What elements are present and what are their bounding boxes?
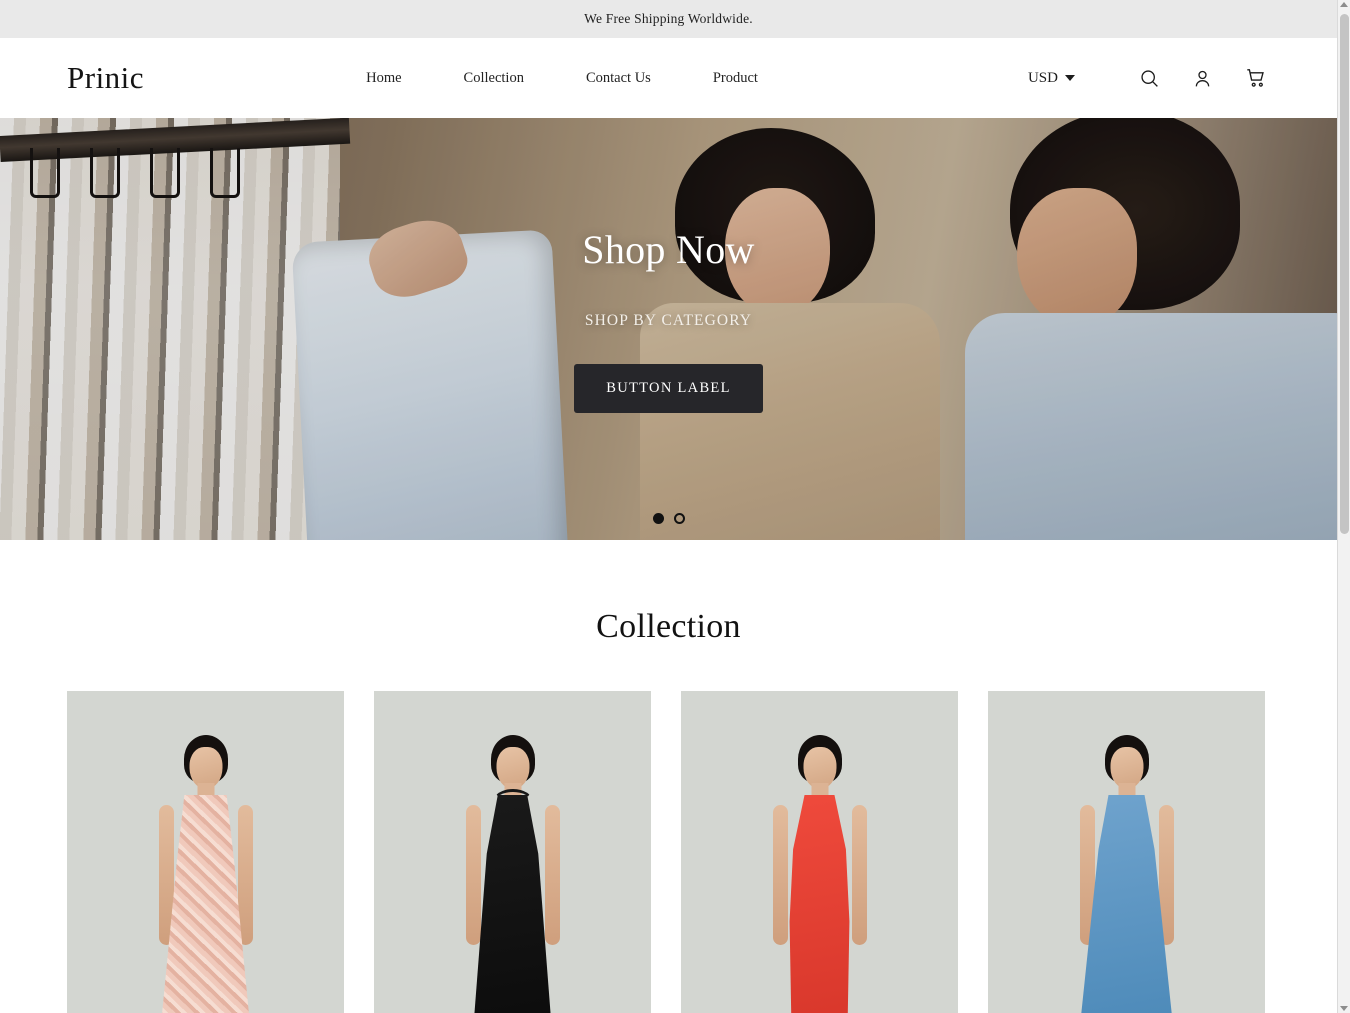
header-actions: USD bbox=[980, 64, 1270, 92]
product-image-3 bbox=[681, 691, 958, 1013]
product-card-3[interactable] bbox=[681, 691, 958, 1013]
hero-title: Shop Now bbox=[582, 230, 754, 270]
page-scrollbar[interactable] bbox=[1337, 0, 1350, 1013]
hero-subtitle: SHOP BY CATEGORY bbox=[585, 312, 752, 330]
collection-grid bbox=[0, 646, 1337, 1013]
account-icon[interactable] bbox=[1189, 64, 1217, 92]
announcement-text: We Free Shipping Worldwide. bbox=[584, 11, 753, 27]
hero-content: Shop Now SHOP BY CATEGORY BUTTON LABEL bbox=[0, 118, 1337, 540]
nav-item-home[interactable]: Home bbox=[366, 70, 401, 87]
nav-item-contact-us[interactable]: Contact Us bbox=[586, 70, 651, 87]
browser-viewport: We Free Shipping Worldwide. Prinic Home … bbox=[0, 0, 1350, 1013]
carousel-dot-2[interactable] bbox=[674, 513, 685, 524]
search-icon[interactable] bbox=[1136, 64, 1164, 92]
main-navigation: Home Collection Contact Us Product bbox=[366, 70, 758, 87]
collection-section: Collection bbox=[0, 540, 1337, 1013]
product-image-2 bbox=[374, 691, 651, 1013]
hero-banner: Shop Now SHOP BY CATEGORY BUTTON LABEL bbox=[0, 118, 1337, 540]
product-image-4 bbox=[988, 691, 1265, 1013]
page-content: We Free Shipping Worldwide. Prinic Home … bbox=[0, 0, 1337, 1013]
hero-cta-button[interactable]: BUTTON LABEL bbox=[574, 364, 762, 413]
scroll-up-icon[interactable] bbox=[1340, 2, 1348, 7]
cart-icon[interactable] bbox=[1242, 64, 1270, 92]
scrollbar-thumb[interactable] bbox=[1340, 14, 1349, 534]
scroll-down-icon[interactable] bbox=[1340, 1006, 1348, 1011]
currency-value: USD bbox=[1028, 70, 1058, 87]
site-logo[interactable]: Prinic bbox=[67, 60, 144, 96]
collection-title: Collection bbox=[0, 608, 1337, 646]
carousel-pagination bbox=[0, 513, 1337, 524]
announcement-bar: We Free Shipping Worldwide. bbox=[0, 0, 1337, 38]
product-card-2[interactable] bbox=[374, 691, 651, 1013]
nav-item-product[interactable]: Product bbox=[713, 70, 758, 87]
site-header: Prinic Home Collection Contact Us Produc… bbox=[0, 38, 1337, 118]
nav-item-collection[interactable]: Collection bbox=[464, 70, 524, 87]
chevron-down-icon bbox=[1065, 75, 1075, 81]
currency-selector[interactable]: USD bbox=[1028, 70, 1075, 87]
product-card-1[interactable] bbox=[67, 691, 344, 1013]
carousel-dot-1[interactable] bbox=[653, 513, 664, 524]
product-card-4[interactable] bbox=[988, 691, 1265, 1013]
product-image-1 bbox=[67, 691, 344, 1013]
